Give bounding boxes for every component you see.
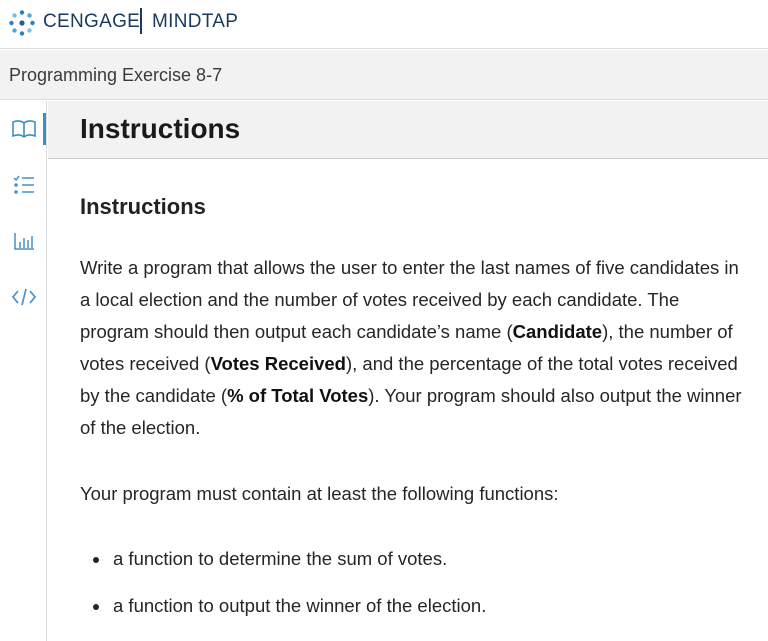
sidebar	[0, 101, 47, 641]
book-icon	[11, 119, 37, 139]
bar-chart-icon	[13, 231, 35, 251]
bold-term-candidate: Candidate	[512, 321, 603, 342]
sidebar-item-results[interactable]	[0, 221, 47, 261]
page-title: Instructions	[80, 113, 241, 144]
bold-term-percent-total-votes: % of Total Votes	[227, 385, 369, 406]
brand-mindtap: MINDTAP	[152, 11, 239, 32]
brand-divider	[140, 8, 142, 34]
bold-term-votes-received: Votes Received	[210, 353, 346, 374]
instructions-paragraph-1: Write a program that allows the user to …	[80, 252, 748, 444]
top-bar: CENGAGE MINDTAP	[0, 0, 768, 49]
requirements-list: a function to determine the sum of votes…	[80, 543, 748, 637]
cengage-logo-icon[interactable]	[8, 9, 36, 37]
sidebar-item-code[interactable]	[0, 277, 47, 317]
instructions-header: Instructions	[48, 101, 768, 159]
brand-cengage: CENGAGE	[43, 11, 141, 32]
checklist-icon	[12, 174, 36, 196]
exercise-bar: Programming Exercise 8-7	[0, 50, 768, 100]
section-heading: Instructions	[80, 194, 206, 219]
sidebar-item-checklist[interactable]	[0, 165, 47, 205]
code-icon	[11, 287, 37, 307]
list-item: a function to determine the sum of votes…	[80, 543, 748, 590]
instructions-paragraph-2: Your program must contain at least the f…	[80, 483, 559, 504]
exercise-title: Programming Exercise 8-7	[9, 65, 223, 85]
sidebar-item-instructions[interactable]	[0, 109, 47, 149]
list-item: a function to output the winner of the e…	[80, 590, 748, 637]
